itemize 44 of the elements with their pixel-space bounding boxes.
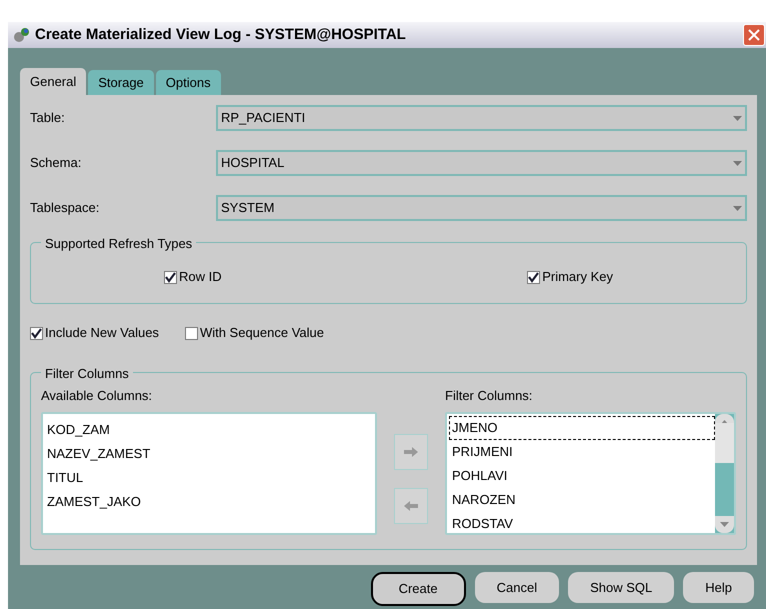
dropdown[interactable]: SYSTEM	[216, 195, 747, 221]
field-label: Table:	[30, 109, 66, 128]
add-button[interactable]	[394, 434, 428, 470]
dropdown-arrow-icon	[733, 160, 742, 166]
tab[interactable]: Storage	[88, 70, 154, 95]
dialog-button[interactable]: Show SQL	[568, 572, 674, 603]
list-item[interactable]: PRIJMENI	[449, 440, 715, 464]
checkbox[interactable]: Row ID	[164, 267, 222, 287]
dropdown-arrow-icon	[733, 206, 742, 210]
dropdown[interactable]: RP_PACIENTI	[216, 105, 747, 131]
list-label: Available Columns:	[41, 387, 154, 405]
right-arrow-icon	[404, 447, 418, 457]
dialog-button[interactable]: Create	[370, 572, 466, 606]
check-icon	[165, 272, 176, 282]
tab[interactable]: General	[20, 68, 86, 95]
tab[interactable]: Options	[156, 70, 221, 95]
list-item[interactable]: POHLAVI	[449, 464, 715, 488]
dialog-button[interactable]: Help	[683, 572, 754, 603]
dialog-button[interactable]: Cancel	[474, 572, 560, 603]
scroll-down-icon	[720, 522, 729, 526]
close-button[interactable]	[743, 24, 765, 46]
dropdown[interactable]: HOSPITAL	[216, 150, 747, 176]
window-title: Create Materialized View Log - SYSTEM@HOSPITAL	[35, 24, 407, 45]
checkbox[interactable]: Include New Values	[30, 325, 159, 341]
checkbox[interactable]: Primary Key	[527, 267, 613, 287]
list-label: Filter Columns:	[445, 387, 534, 405]
list-item[interactable]: NAZEV_ZAMEST	[47, 442, 371, 466]
close-icon	[748, 29, 760, 41]
field-label: Schema:	[30, 154, 82, 172]
checkbox[interactable]: With Sequence Value	[184, 325, 324, 341]
list-item[interactable]: RODSTAV	[449, 512, 715, 532]
list-item[interactable]: JMENO	[449, 416, 715, 440]
field-label: Tablespace:	[30, 199, 100, 218]
left-arrow-icon	[404, 501, 418, 511]
list-item[interactable]: NAROZEN	[449, 488, 715, 512]
app-icon	[12, 26, 32, 44]
scrollbar[interactable]	[715, 414, 734, 532]
check-icon	[31, 328, 42, 338]
remove-button[interactable]	[394, 488, 428, 524]
dropdown-arrow-icon	[733, 116, 742, 120]
check-icon	[528, 272, 540, 282]
list-item[interactable]: KOD_ZAM	[47, 418, 371, 442]
list-item[interactable]: ZAMEST_JAKO	[47, 490, 371, 514]
list-item[interactable]: TITUL	[47, 466, 371, 490]
